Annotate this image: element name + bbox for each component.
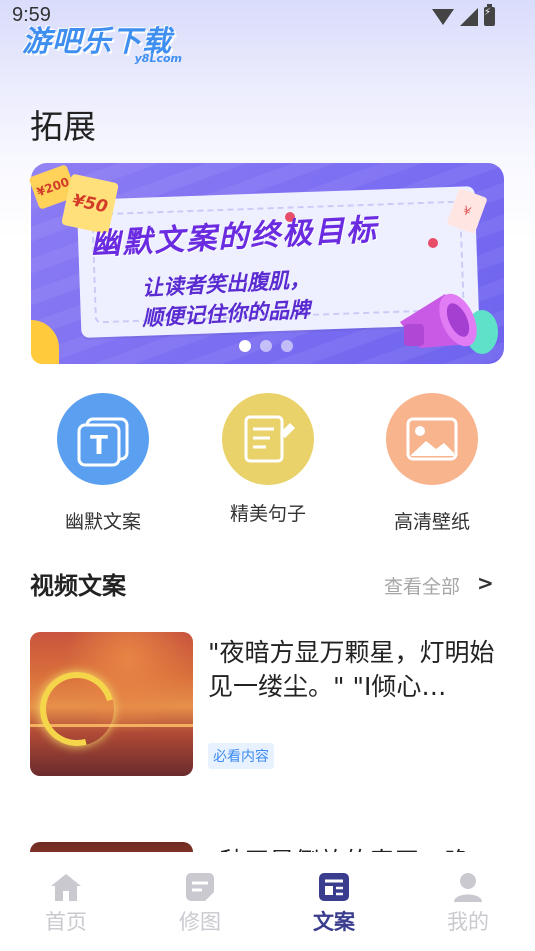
nav-item-profile[interactable]: 我的 (428, 870, 508, 936)
status-icons (432, 4, 495, 26)
nav-label: 文案 (313, 910, 355, 934)
watermark-logo: 游吧乐下载 y8Lcom (22, 18, 192, 68)
section-title: 视频文案 (30, 572, 126, 600)
page-title: 拓展 (30, 107, 96, 146)
crescent-moon-image (30, 658, 128, 760)
carousel-indicator (239, 340, 293, 352)
article-icon (317, 870, 351, 904)
quick-link-humor[interactable]: T 幽默文案 (43, 393, 163, 534)
nav-label: 我的 (447, 910, 489, 934)
profile-icon (451, 870, 485, 904)
article-title[interactable]: "夜暗方显万颗星，灯明始见一缕尘。" "I倾心… (208, 636, 512, 704)
article-tag: 必看内容 (208, 743, 274, 769)
nav-item-edit[interactable]: 修图 (160, 870, 240, 936)
wifi-icon (432, 8, 454, 25)
text-t-icon: T (57, 393, 149, 485)
carousel-dot[interactable] (260, 340, 272, 352)
quick-link-label: 幽默文案 (64, 511, 141, 533)
quick-link-label: 高清壁纸 (393, 511, 470, 533)
home-icon (49, 870, 83, 904)
quick-link-sentences[interactable]: 精美句子 (208, 393, 328, 526)
decor-dot (428, 238, 438, 248)
quick-link-label: 精美句子 (229, 503, 306, 525)
megaphone-icon (400, 293, 498, 354)
watermark-domain: y8Lcom (134, 52, 182, 65)
bottom-nav: 首页 修图 文案 我的 (0, 852, 535, 951)
svg-text:T: T (90, 431, 108, 461)
carousel-dot[interactable] (281, 340, 293, 352)
signal-icon (460, 7, 478, 26)
carousel-dot[interactable] (239, 340, 251, 352)
battery-icon (484, 4, 495, 26)
image-icon (386, 393, 478, 485)
notepad-pen-icon (222, 393, 314, 485)
nav-item-articles[interactable]: 文案 (294, 870, 374, 936)
edit-image-icon (183, 870, 217, 904)
nav-item-home[interactable]: 首页 (26, 870, 106, 936)
chevron-right-icon[interactable]: > (477, 571, 494, 595)
nav-label: 修图 (179, 910, 221, 934)
quick-link-wallpapers[interactable]: 高清壁纸 (372, 393, 492, 534)
view-all-link[interactable]: 查看全部 (384, 572, 460, 599)
article-thumbnail[interactable] (30, 632, 193, 776)
nav-label: 首页 (45, 910, 87, 934)
